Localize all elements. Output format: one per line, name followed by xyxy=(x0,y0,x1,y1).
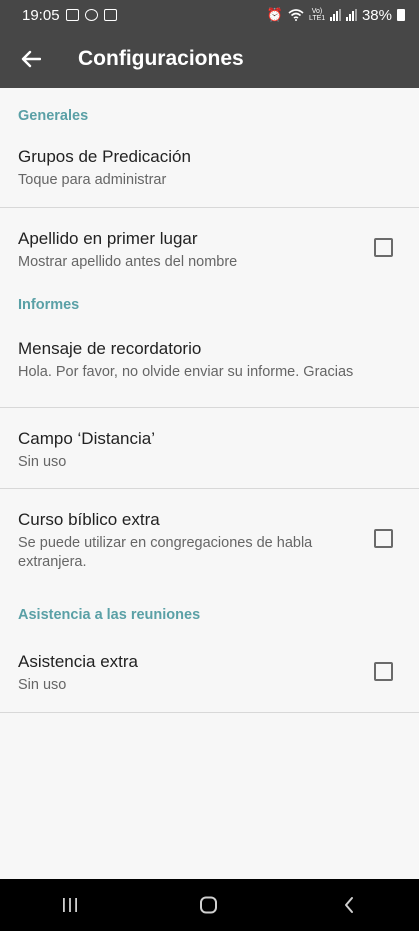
curso-biblico-checkbox[interactable] xyxy=(374,529,393,548)
back-button[interactable] xyxy=(0,30,62,88)
setting-title: Mensaje de recordatorio xyxy=(18,339,202,358)
signal-icon-2 xyxy=(345,9,357,21)
setting-subtitle: Se puede utilizar en congregaciones de h… xyxy=(18,535,313,570)
setting-subtitle: Hola. Por favor, no olvide enviar su inf… xyxy=(18,364,354,380)
alarm-icon: ⏰ xyxy=(266,7,283,22)
setting-grupos-predicacion[interactable]: Grupos de Predicación Toque para adminis… xyxy=(0,135,419,208)
setting-title: Grupos de Predicación xyxy=(18,147,191,166)
recent-apps-button[interactable] xyxy=(40,879,100,931)
setting-title: Campo ‘Distancia’ xyxy=(18,429,155,448)
system-back-button[interactable] xyxy=(319,879,379,931)
setting-apellido-primer-lugar[interactable]: Apellido en primer lugar Mostrar apellid… xyxy=(0,208,419,288)
setting-title: Curso bíblico extra xyxy=(18,510,160,529)
recent-apps-icon xyxy=(62,898,77,912)
battery-icon xyxy=(397,9,405,21)
section-header-generales: Generales xyxy=(18,108,89,124)
setting-subtitle: Toque para administrar xyxy=(18,172,167,188)
home-button[interactable] xyxy=(179,879,239,931)
setting-campo-distancia[interactable]: Campo ‘Distancia’ Sin uso xyxy=(0,408,419,489)
battery-level: 38% xyxy=(361,6,392,24)
notification-icon xyxy=(84,9,98,21)
wifi-icon xyxy=(288,9,304,21)
system-nav-bar xyxy=(0,879,419,931)
setting-mensaje-recordatorio[interactable]: Mensaje de recordatorio Hola. Por favor,… xyxy=(0,326,419,408)
settings-list: Generales Grupos de Predicación Toque pa… xyxy=(0,88,419,713)
screen-icon xyxy=(103,9,117,21)
signal-icon xyxy=(329,9,341,21)
network-label: Vo) LTE1 xyxy=(308,8,326,22)
back-icon xyxy=(345,897,354,913)
gallery-icon xyxy=(65,9,79,21)
setting-subtitle: Mostrar apellido antes del nombre xyxy=(18,254,238,270)
apellido-checkbox[interactable] xyxy=(374,238,393,257)
setting-asistencia-extra[interactable]: Asistencia extra Sin uso xyxy=(0,634,419,713)
setting-subtitle: Sin uso xyxy=(18,454,67,470)
setting-subtitle: Sin uso xyxy=(18,677,67,693)
page-title: Configuraciones xyxy=(78,47,244,70)
arrow-left-icon xyxy=(21,50,41,68)
section-header-informes: Informes xyxy=(18,297,80,313)
asistencia-checkbox[interactable] xyxy=(374,662,393,681)
setting-title: Asistencia extra xyxy=(18,652,138,671)
section-header-asistencia: Asistencia a las reuniones xyxy=(18,607,201,623)
status-time: 19:05 xyxy=(22,6,60,24)
status-bar: 19:05 ⏰ Vo) LTE1 38% xyxy=(0,0,419,30)
app-bar: Configuraciones xyxy=(0,30,419,88)
home-icon xyxy=(200,896,218,914)
setting-curso-biblico-extra[interactable]: Curso bíblico extra Se puede utilizar en… xyxy=(0,489,419,594)
setting-title: Apellido en primer lugar xyxy=(18,229,198,248)
